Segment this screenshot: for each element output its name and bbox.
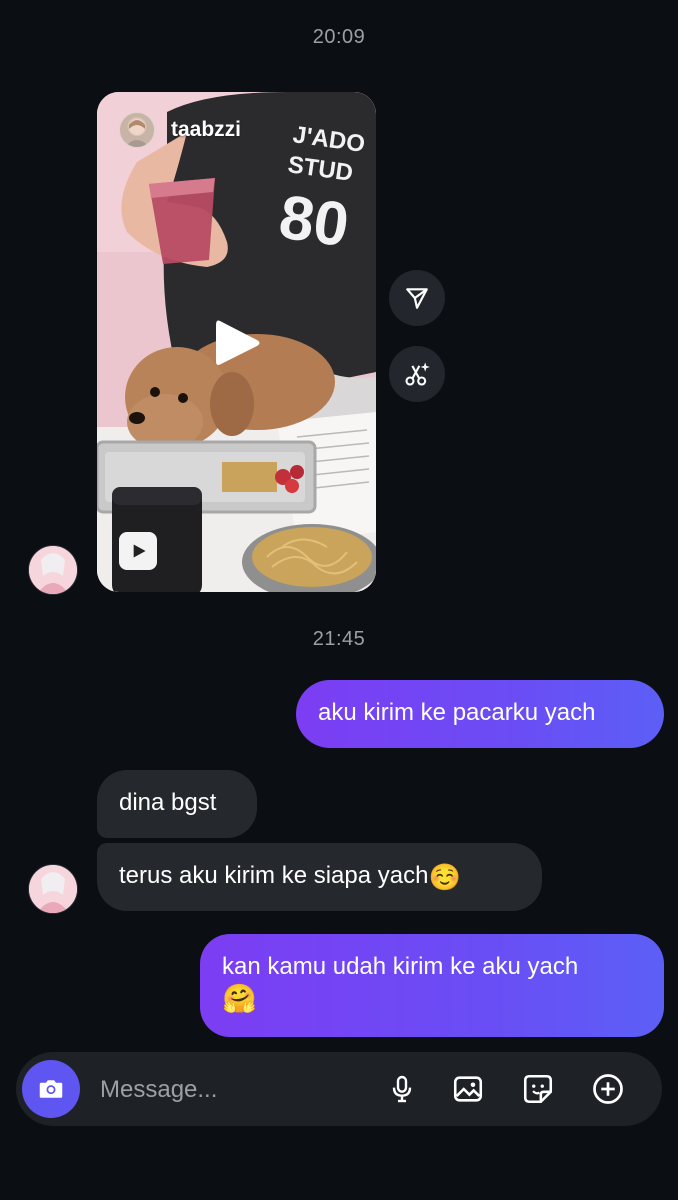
microphone-icon	[392, 1075, 412, 1103]
contact-avatar[interactable]	[28, 545, 78, 595]
message-text: terus aku kirim ke siapa yach	[119, 862, 429, 889]
camera-button[interactable]	[22, 1060, 80, 1118]
message-composer	[16, 1052, 662, 1126]
remix-button[interactable]	[389, 346, 445, 402]
add-button[interactable]	[588, 1069, 628, 1109]
sticker-icon	[523, 1074, 553, 1104]
share-button[interactable]	[389, 270, 445, 326]
message-bubble-outgoing[interactable]: aku kirim ke pacarku yach	[296, 680, 664, 748]
message-bubble-incoming[interactable]: terus aku kirim ke siapa yach☺️	[97, 843, 542, 911]
reel-icon	[119, 532, 157, 570]
send-icon	[406, 288, 428, 309]
sticker-button[interactable]	[518, 1069, 558, 1109]
scissors-sparkle-icon	[405, 362, 430, 386]
hugging-face-emoji: 🤗	[222, 983, 257, 1014]
shared-reel-card[interactable]: J'ADO STUD 80 taabzzi	[97, 92, 376, 592]
microphone-button[interactable]	[382, 1069, 422, 1109]
message-input[interactable]	[98, 1070, 382, 1110]
shirt-text-3: 80	[275, 183, 353, 261]
add-icon	[593, 1074, 623, 1104]
reel-author-avatar	[119, 112, 155, 148]
reel-author[interactable]: taabzzi	[119, 112, 241, 148]
message-bubble-incoming[interactable]: dina bgst	[97, 770, 257, 838]
message-text: kan kamu udah kirim ke aku yach	[222, 953, 579, 980]
gallery-icon	[453, 1076, 483, 1102]
message-text: aku kirim ke pacarku yach	[318, 699, 596, 726]
message-bubble-outgoing[interactable]: kan kamu udah kirim ke aku yach 🤗	[200, 934, 664, 1037]
message-text: dina bgst	[119, 789, 217, 816]
reel-author-name: taabzzi	[171, 118, 242, 141]
smiling-face-emoji: ☺️	[428, 862, 461, 892]
timestamp: 20:09	[312, 26, 366, 48]
contact-avatar[interactable]	[28, 864, 78, 914]
gallery-button[interactable]	[448, 1069, 488, 1109]
camera-icon	[39, 1080, 63, 1098]
timestamp: 21:45	[312, 628, 366, 650]
play-icon[interactable]	[212, 317, 262, 369]
